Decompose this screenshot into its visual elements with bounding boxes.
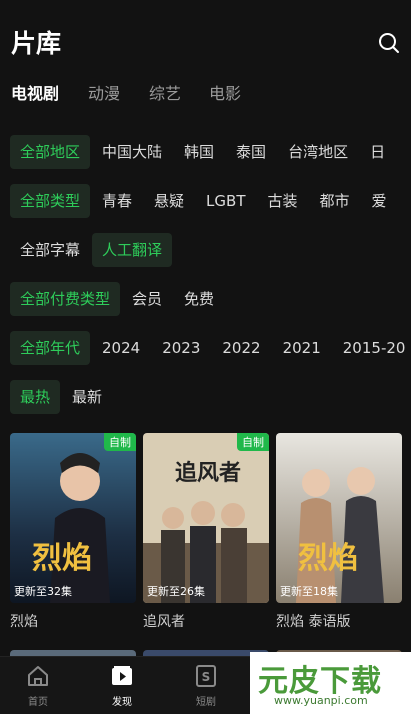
tab-tv-series[interactable]: 电视剧 [11, 80, 59, 104]
filter-chip-youth[interactable]: 青春 [92, 184, 142, 218]
filter-chip-all-years[interactable]: 全部年代 [10, 331, 91, 365]
poster[interactable]: 自制 追风者 更新至26集 [143, 433, 269, 603]
filter-chip-member[interactable]: 会员 [122, 282, 172, 316]
filter-chip-suspense[interactable]: 悬疑 [144, 184, 194, 218]
episode-progress: 更新至18集 [280, 585, 338, 598]
filter-chip-urban[interactable]: 都市 [310, 184, 360, 218]
filter-chip-all-subtitles[interactable]: 全部字幕 [10, 233, 90, 267]
poster-art [276, 433, 402, 603]
short-drama-icon: S [196, 665, 216, 687]
original-badge: 自制 [237, 433, 269, 451]
nav-home-label: 首页 [28, 697, 48, 708]
drama-card[interactable]: 烈焰 更新至18集 烈焰 泰语版 [276, 433, 402, 631]
filter-chip-2015-2020[interactable]: 2015-20 [333, 331, 411, 365]
filter-row-sort: 最热 最新 [10, 380, 411, 416]
filter-chip-lgbt[interactable]: LGBT [196, 184, 255, 218]
nav-home[interactable]: 首页 [8, 663, 68, 708]
filter-chip-all-regions[interactable]: 全部地区 [10, 135, 91, 169]
nav-discover[interactable]: 发现 [92, 663, 152, 708]
header: 片库 [0, 0, 411, 80]
drama-title[interactable]: 烈焰 [10, 611, 136, 631]
filter-chip-japan[interactable]: 日 [360, 135, 395, 169]
svg-text:S: S [202, 670, 211, 684]
home-icon [28, 666, 48, 686]
original-badge: 自制 [104, 433, 136, 451]
episode-progress: 更新至26集 [147, 585, 205, 598]
sort-chip-hottest[interactable]: 最热 [10, 380, 61, 414]
filter-chip-all-pay-types[interactable]: 全部付费类型 [10, 282, 121, 316]
drama-card[interactable]: 自制 烈焰 更新至32集 烈焰 [10, 433, 136, 631]
category-tabs: 电视剧 动漫 综艺 电影 [0, 80, 411, 110]
search-icon[interactable] [377, 31, 401, 55]
filter-chip-korea[interactable]: 韩国 [174, 135, 224, 169]
page-title: 片库 [11, 29, 62, 58]
nav-short-drama-label: 短剧 [196, 697, 216, 708]
tab-movie[interactable]: 电影 [209, 80, 241, 104]
drama-title[interactable]: 追风者 [143, 611, 269, 631]
filter-row-year: 全部年代 2024 2023 2022 2021 2015-20 [10, 331, 411, 367]
poster-title-art: 烈焰 [32, 541, 92, 576]
filter-chip-all-genres[interactable]: 全部类型 [10, 184, 91, 218]
filter-chip-thailand[interactable]: 泰国 [226, 135, 276, 169]
play-icon [112, 666, 132, 685]
drama-card[interactable]: 自制 追风者 更新至26集 追风者 [143, 433, 269, 631]
filter-row-subtitle: 全部字幕 人工翻译 [10, 233, 411, 269]
poster[interactable]: 烈焰 更新至18集 [276, 433, 402, 603]
tab-variety[interactable]: 综艺 [149, 80, 181, 104]
filter-chip-mainland[interactable]: 中国大陆 [92, 135, 172, 169]
filter-chip-free[interactable]: 免费 [174, 282, 224, 316]
watermark-logo: 元皮下载 www.yuanpi.com [250, 652, 411, 714]
episode-progress: 更新至32集 [14, 585, 72, 598]
tab-anime[interactable]: 动漫 [88, 80, 120, 104]
watermark-url: www.yuanpi.com [274, 694, 368, 707]
filter-chip-romance[interactable]: 爱 [362, 184, 397, 218]
nav-discover-label: 发现 [112, 697, 132, 708]
nav-short-drama[interactable]: S 短剧 [176, 663, 236, 708]
poster-title-art: 追风者 [175, 461, 242, 486]
filter-chip-2022[interactable]: 2022 [212, 331, 270, 365]
filter-chip-human-translation[interactable]: 人工翻译 [92, 233, 173, 267]
filter-chip-2023[interactable]: 2023 [152, 331, 210, 365]
filter-row-pay: 全部付费类型 会员 免费 [10, 282, 411, 318]
filter-row-genre: 全部类型 青春 悬疑 LGBT 古装 都市爱 [10, 184, 411, 220]
poster-art [10, 433, 136, 603]
filter-row-region: 全部地区 中国大陆 韩国 泰国 台湾地区日 [10, 135, 411, 171]
poster[interactable]: 自制 烈焰 更新至32集 [10, 433, 136, 603]
poster-title-art: 烈焰 [298, 541, 358, 576]
filter-chip-taiwan[interactable]: 台湾地区 [278, 135, 358, 169]
filter-chip-costume[interactable]: 古装 [257, 184, 307, 218]
sort-chip-newest[interactable]: 最新 [62, 380, 112, 414]
filter-chip-2024[interactable]: 2024 [92, 331, 150, 365]
filter-chip-2021[interactable]: 2021 [273, 331, 331, 365]
drama-title[interactable]: 烈焰 泰语版 [276, 611, 402, 631]
